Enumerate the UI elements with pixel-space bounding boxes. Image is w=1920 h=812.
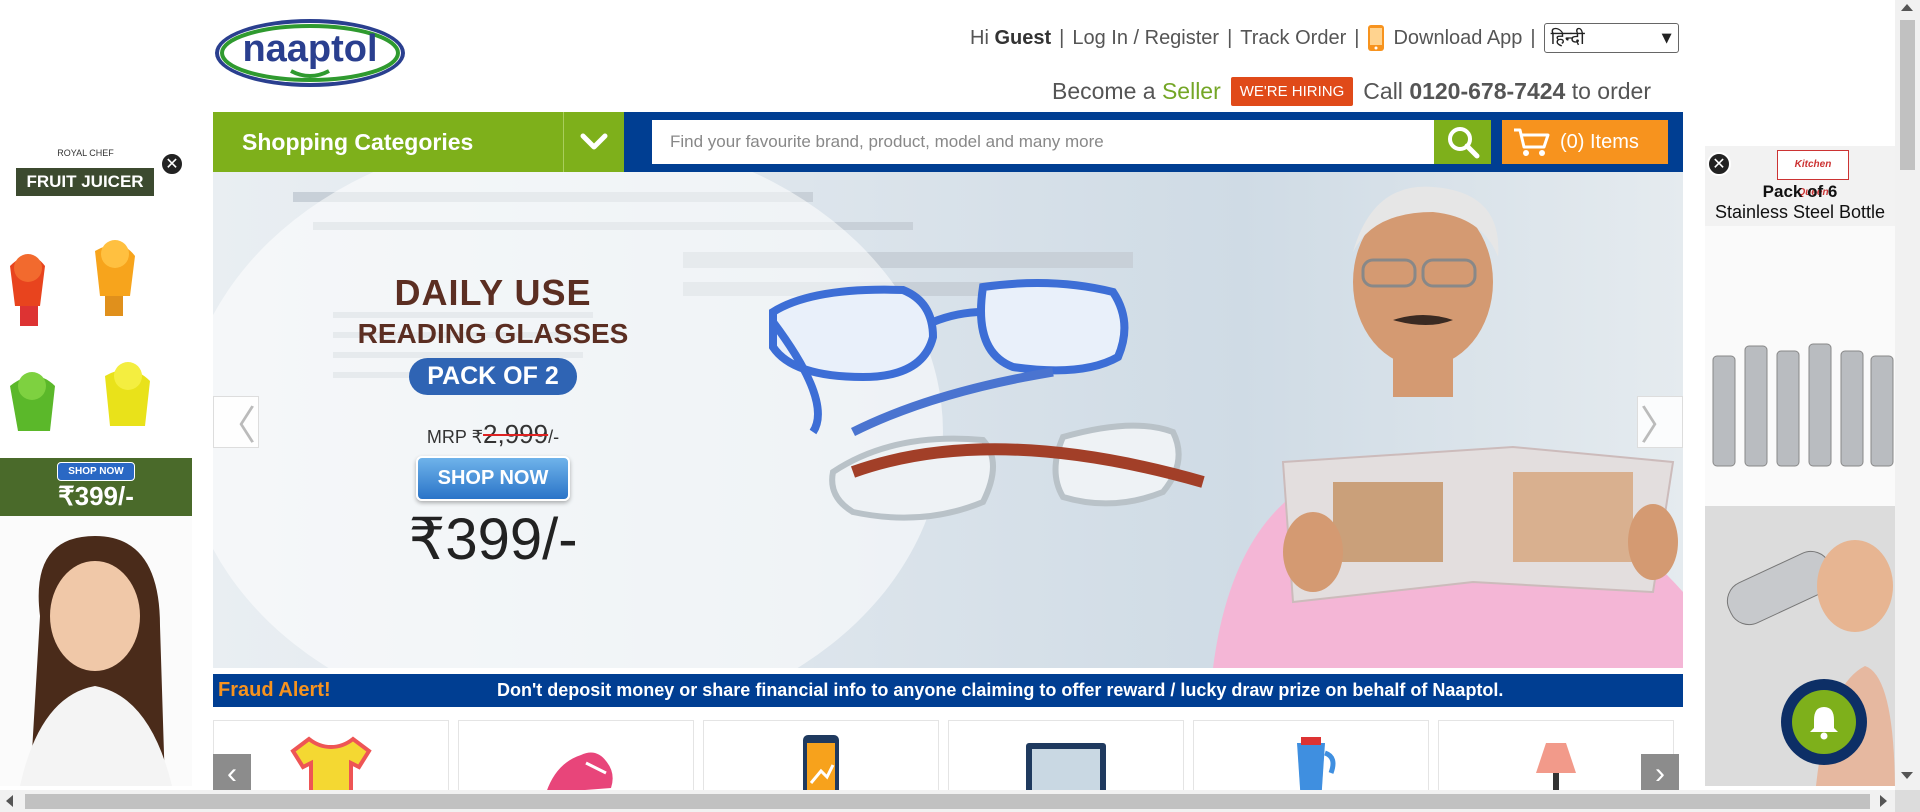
mobile-icon bbox=[803, 735, 839, 792]
cart-count: (0) Items bbox=[1560, 130, 1639, 153]
category-tile-mobiles[interactable] bbox=[703, 720, 939, 792]
ad-left-shop-now[interactable]: SHOP NOW bbox=[57, 462, 135, 481]
ad-brand-kitchen-queen: Kitchen Queen bbox=[1777, 150, 1849, 198]
scroll-left-arrow[interactable] bbox=[6, 795, 13, 807]
banner-price: ₹399/- bbox=[408, 507, 578, 572]
phone-icon bbox=[1368, 25, 1385, 51]
mixer-icon bbox=[1297, 737, 1336, 792]
shoe-icon bbox=[546, 752, 613, 792]
ad-model-image bbox=[0, 516, 192, 786]
vertical-scrollbar[interactable] bbox=[1895, 0, 1920, 790]
search-icon bbox=[1447, 127, 1479, 159]
cart-icon bbox=[1514, 128, 1550, 156]
hiring-badge[interactable]: WE'RE HIRING bbox=[1230, 76, 1354, 106]
notification-bell-button[interactable] bbox=[1781, 679, 1867, 765]
horizontal-scrollbar[interactable] bbox=[0, 790, 1895, 812]
track-order-link[interactable]: Track Order bbox=[1240, 27, 1346, 50]
bottles-product-image bbox=[1705, 226, 1895, 506]
fraud-alert-message: Don't deposit money or share financial i… bbox=[497, 680, 1504, 700]
category-tiles: ‹ › bbox=[213, 720, 1683, 794]
greeting: Hi Guest bbox=[970, 26, 1052, 49]
logo-text: naaptol bbox=[242, 28, 377, 70]
fraud-alert-bar: Fraud Alert! Don't deposit money or shar… bbox=[213, 674, 1683, 707]
category-tile-kitchen[interactable] bbox=[1193, 720, 1429, 792]
ad-title-fruit-juicer: FRUIT JUICER bbox=[16, 168, 154, 196]
laptop-icon bbox=[1026, 743, 1106, 792]
login-register-link[interactable]: Log In / Register bbox=[1072, 27, 1219, 50]
search-button[interactable] bbox=[1434, 120, 1491, 164]
seller-row: Become a Seller WE'RE HIRING Call 0120-6… bbox=[1052, 76, 1651, 106]
ad-left-price: ₹399/- bbox=[58, 481, 134, 511]
juicer-product-image bbox=[10, 240, 150, 431]
vertical-scroll-thumb[interactable] bbox=[1900, 20, 1915, 170]
shopping-categories-button[interactable]: Shopping Categories bbox=[213, 112, 563, 172]
banner-prev-arrow[interactable]: 〈 bbox=[213, 396, 259, 448]
banner-promo: DAILY USE READING GLASSES PACK OF 2 MRP … bbox=[333, 272, 653, 573]
call-to-order: Call 0120-678-7424 to order bbox=[1363, 77, 1651, 104]
nav-bar: Shopping Categories Find your favourite … bbox=[213, 112, 1683, 172]
naaptol-logo[interactable]: naaptol bbox=[213, 17, 407, 89]
tshirt-icon bbox=[290, 736, 372, 792]
banner-shop-now-button[interactable]: SHOP NOW bbox=[415, 456, 571, 501]
become-seller-link[interactable]: Become a Seller bbox=[1052, 78, 1221, 105]
chevron-down-icon: ▼ bbox=[1661, 30, 1672, 46]
mrp: MRP ₹2,999/- bbox=[426, 419, 560, 449]
horizontal-scroll-thumb[interactable] bbox=[25, 794, 1870, 809]
banner-headline: DAILY USE bbox=[394, 272, 592, 313]
bell-icon bbox=[1810, 707, 1838, 740]
category-tile-computers[interactable] bbox=[948, 720, 1184, 792]
ad-left-price-box: SHOP NOW ₹399/- bbox=[0, 458, 192, 516]
category-tile-footwear[interactable] bbox=[458, 720, 694, 792]
page: naaptol Hi Guest | Log In / Register | T… bbox=[0, 0, 1920, 812]
category-tile-home-decor[interactable] bbox=[1438, 720, 1674, 792]
left-ad-close-button[interactable]: ✕ bbox=[160, 152, 184, 176]
download-app-link[interactable]: Download App bbox=[1367, 24, 1522, 52]
search-input[interactable]: Find your favourite brand, product, mode… bbox=[652, 120, 1434, 164]
lamp-icon bbox=[1536, 743, 1576, 792]
ad-right-title: Pack of 6 Stainless Steel Bottle bbox=[1714, 182, 1886, 222]
scroll-down-arrow[interactable] bbox=[1901, 772, 1913, 779]
top-links: Hi Guest | Log In / Register | Track Ord… bbox=[970, 23, 1679, 53]
hero-banner[interactable]: DAILY USE READING GLASSES PACK OF 2 MRP … bbox=[213, 172, 1683, 668]
tiles-prev-arrow[interactable]: ‹ bbox=[213, 754, 251, 794]
right-ad-close-button[interactable]: ✕ bbox=[1707, 152, 1731, 176]
cart-button[interactable]: (0) Items bbox=[1502, 120, 1668, 164]
ad-brand-royal-chef: ROYAL CHEF bbox=[57, 148, 114, 158]
language-select[interactable]: हिन्दी ▼ bbox=[1543, 23, 1679, 53]
banner-subheadline: READING GLASSES bbox=[357, 318, 629, 349]
scroll-up-arrow[interactable] bbox=[1901, 4, 1913, 11]
left-side-ad[interactable]: ROYAL CHEF FRUIT JUICER SHOP NOW ₹399/- … bbox=[0, 146, 192, 786]
chevron-down-icon bbox=[580, 133, 608, 150]
scroll-right-arrow[interactable] bbox=[1880, 795, 1887, 807]
fraud-alert-title: Fraud Alert! bbox=[218, 679, 331, 701]
scrollbar-corner bbox=[1895, 790, 1920, 812]
pack-badge: PACK OF 2 bbox=[409, 358, 577, 395]
tiles-next-arrow[interactable]: › bbox=[1641, 754, 1679, 794]
categories-dropdown-toggle[interactable] bbox=[563, 112, 624, 172]
banner-next-arrow[interactable]: 〉 bbox=[1637, 396, 1683, 448]
